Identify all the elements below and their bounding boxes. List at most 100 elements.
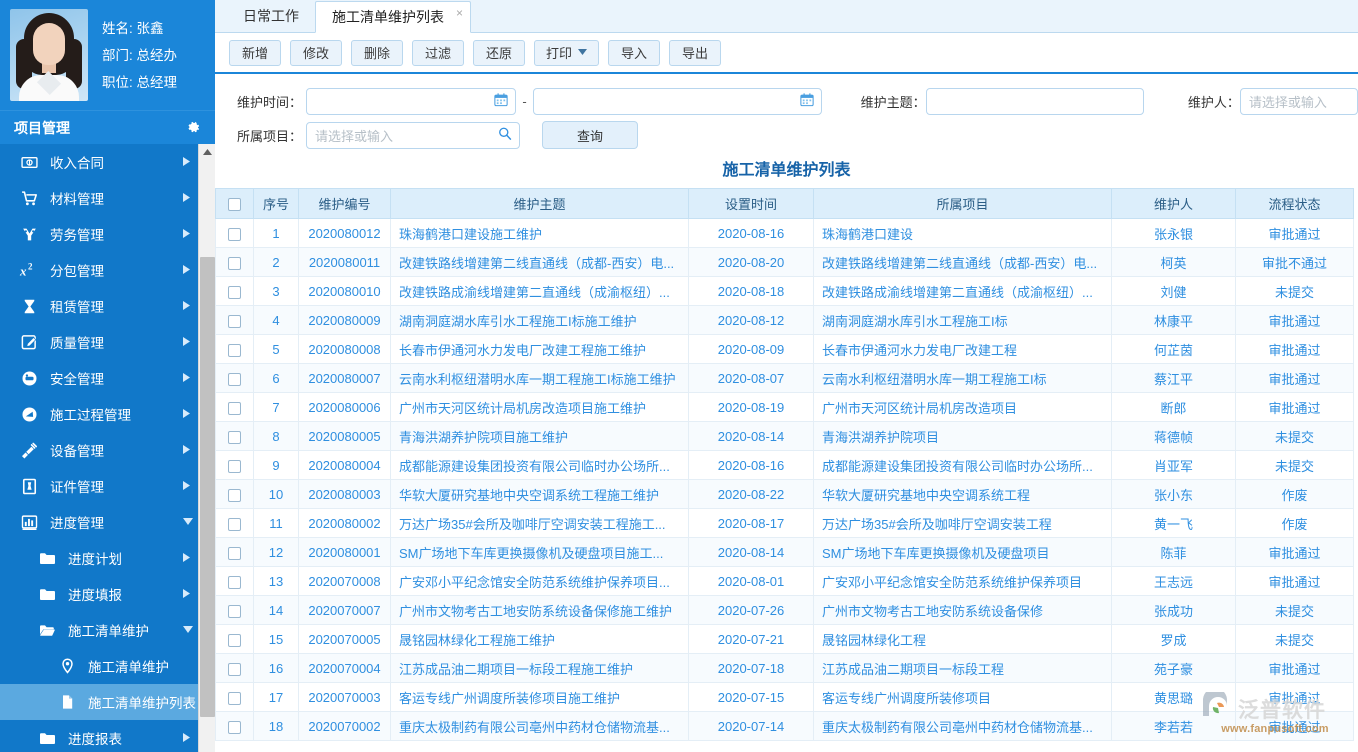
sidebar-item-6[interactable]: 安全管理 — [0, 360, 215, 396]
row-checkbox[interactable] — [216, 538, 254, 567]
table-row[interactable]: 182020070002重庆太极制药有限公司亳州中药材仓储物流基...2020-… — [216, 712, 1354, 741]
tab-0[interactable]: 日常工作 — [227, 0, 315, 32]
column-header-3: 维护主题 — [391, 189, 689, 219]
table-row[interactable]: 62020080007云南水利枢纽潜明水库一期工程施工I标施工维护2020-08… — [216, 364, 1354, 393]
row-checkbox[interactable] — [216, 248, 254, 277]
row-checkbox[interactable] — [216, 567, 254, 596]
row-checkbox[interactable] — [216, 596, 254, 625]
sidebar-item-4[interactable]: 租赁管理 — [0, 288, 215, 324]
calendar-icon[interactable] — [800, 93, 814, 110]
checkbox-icon[interactable] — [228, 605, 241, 618]
checkbox-icon[interactable] — [228, 663, 241, 676]
sidebar-item-7[interactable]: 施工过程管理 — [0, 396, 215, 432]
table-row[interactable]: 172020070003客运专线广州调度所装修项目施工维护2020-07-15客… — [216, 683, 1354, 712]
row-checkbox[interactable] — [216, 509, 254, 538]
toolbar-button-2[interactable]: 删除 — [351, 40, 403, 66]
sidebar-item-14[interactable]: 施工清单维护 — [0, 648, 215, 684]
maintenance-person-input[interactable]: 请选择或输入 — [1240, 88, 1358, 115]
chevron-right-icon — [183, 553, 199, 564]
sidebar-item-10[interactable]: 进度管理 — [0, 504, 215, 540]
sidebar-item-5[interactable]: 质量管理 — [0, 324, 215, 360]
checkbox-icon[interactable] — [228, 721, 241, 734]
sidebar-scrollbar[interactable] — [198, 144, 215, 752]
table-row[interactable]: 112020080002万达广场35#会所及咖啡厅空调安装工程施工...2020… — [216, 509, 1354, 538]
checkbox-icon[interactable] — [228, 344, 241, 357]
scrollbar-thumb[interactable] — [200, 257, 215, 717]
sidebar-item-11[interactable]: 进度计划 — [0, 540, 215, 576]
sidebar-item-3[interactable]: x2分包管理 — [0, 252, 215, 288]
select-all-checkbox[interactable] — [216, 189, 254, 219]
toolbar-button-0[interactable]: 新增 — [229, 40, 281, 66]
checkbox-icon[interactable] — [228, 228, 241, 241]
row-checkbox[interactable] — [216, 219, 254, 248]
sidebar-item-15[interactable]: 施工清单维护列表 — [0, 684, 215, 720]
chevron-down-icon[interactable] — [578, 48, 587, 57]
row-checkbox[interactable] — [216, 422, 254, 451]
toolbar-button-6[interactable]: 导入 — [608, 40, 660, 66]
checkbox-icon[interactable] — [228, 286, 241, 299]
sidebar-item-13[interactable]: 施工清单维护 — [0, 612, 215, 648]
checkbox-icon[interactable] — [228, 576, 241, 589]
table-row[interactable]: 32020080010改建铁路成渝线增建第二直通线（成渝枢纽）...2020-0… — [216, 277, 1354, 306]
checkbox-icon[interactable] — [228, 431, 241, 444]
checkbox-icon[interactable] — [228, 634, 241, 647]
row-checkbox[interactable] — [216, 306, 254, 335]
toolbar-button-3[interactable]: 过滤 — [412, 40, 464, 66]
sidebar-item-9[interactable]: 证件管理 — [0, 468, 215, 504]
table-row[interactable]: 82020080005青海洪湖养护院项目施工维护2020-08-14青海洪湖养护… — [216, 422, 1354, 451]
scroll-up-icon[interactable] — [199, 144, 215, 161]
row-checkbox[interactable] — [216, 364, 254, 393]
checkbox-icon[interactable] — [228, 489, 241, 502]
table-row[interactable]: 152020070005晟铭园林绿化工程施工维护2020-07-21晟铭园林绿化… — [216, 625, 1354, 654]
sidebar-item-1[interactable]: 材料管理 — [0, 180, 215, 216]
table-row[interactable]: 72020080006广州市天河区统计局机房改造项目施工维护2020-08-19… — [216, 393, 1354, 422]
checkbox-icon[interactable] — [228, 518, 241, 531]
table-row[interactable]: 22020080011改建铁路线增建第二线直通线（成都-西安）电...2020-… — [216, 248, 1354, 277]
maintenance-subject-input[interactable] — [926, 88, 1144, 115]
table-row[interactable]: 42020080009湖南洞庭湖水库引水工程施工I标施工维护2020-08-12… — [216, 306, 1354, 335]
table-row[interactable]: 162020070004江苏成品油二期项目一标段工程施工维护2020-07-18… — [216, 654, 1354, 683]
project-input[interactable]: 请选择或输入 — [306, 122, 520, 149]
row-checkbox[interactable] — [216, 625, 254, 654]
checkbox-icon[interactable] — [228, 315, 241, 328]
table-row[interactable]: 142020070007广州市文物考古工地安防系统设备保修施工维护2020-07… — [216, 596, 1354, 625]
tab-1[interactable]: 施工清单维护列表× — [315, 1, 471, 33]
table-row[interactable]: 12020080012珠海鹤港口建设施工维护2020-08-16珠海鹤港口建设张… — [216, 219, 1354, 248]
table-row[interactable]: 102020080003华软大厦研究基地中央空调系统工程施工维护2020-08-… — [216, 480, 1354, 509]
maintenance-time-end-input[interactable] — [533, 88, 822, 115]
sidebar-item-0[interactable]: 收入合同 — [0, 144, 215, 180]
table-row[interactable]: 52020080008长春市伊通河水力发电厂改建工程施工维护2020-08-09… — [216, 335, 1354, 364]
row-checkbox[interactable] — [216, 277, 254, 306]
toolbar-button-5[interactable]: 打印 — [534, 40, 599, 66]
query-button[interactable]: 查询 — [542, 121, 638, 149]
toolbar-button-1[interactable]: 修改 — [290, 40, 342, 66]
table-row[interactable]: 92020080004成都能源建设集团投资有限公司临时办公场所...2020-0… — [216, 451, 1354, 480]
sidebar-item-8[interactable]: 设备管理 — [0, 432, 215, 468]
sidebar-item-16[interactable]: 进度报表 — [0, 720, 215, 752]
search-icon[interactable] — [498, 127, 512, 144]
checkbox-icon[interactable] — [228, 373, 241, 386]
row-checkbox[interactable] — [216, 393, 254, 422]
sidebar-item-2[interactable]: 劳务管理 — [0, 216, 215, 252]
toolbar-button-4[interactable]: 还原 — [473, 40, 525, 66]
gear-icon[interactable] — [186, 120, 201, 135]
row-checkbox[interactable] — [216, 712, 254, 741]
checkbox-icon[interactable] — [228, 692, 241, 705]
checkbox-icon[interactable] — [228, 547, 241, 560]
close-icon[interactable]: × — [456, 7, 463, 19]
row-checkbox[interactable] — [216, 335, 254, 364]
checkbox-icon[interactable] — [228, 198, 241, 211]
table-row[interactable]: 122020080001SM广场地下车库更换摄像机及硬盘项目施工...2020-… — [216, 538, 1354, 567]
calendar-icon[interactable] — [494, 93, 508, 110]
checkbox-icon[interactable] — [228, 257, 241, 270]
maintenance-time-start-input[interactable] — [306, 88, 516, 115]
row-checkbox[interactable] — [216, 654, 254, 683]
checkbox-icon[interactable] — [228, 460, 241, 473]
row-checkbox[interactable] — [216, 480, 254, 509]
sidebar-item-12[interactable]: 进度填报 — [0, 576, 215, 612]
table-row[interactable]: 132020070008广安邓小平纪念馆安全防范系统维护保养项目...2020-… — [216, 567, 1354, 596]
toolbar-button-7[interactable]: 导出 — [669, 40, 721, 66]
row-checkbox[interactable] — [216, 683, 254, 712]
row-checkbox[interactable] — [216, 451, 254, 480]
checkbox-icon[interactable] — [228, 402, 241, 415]
